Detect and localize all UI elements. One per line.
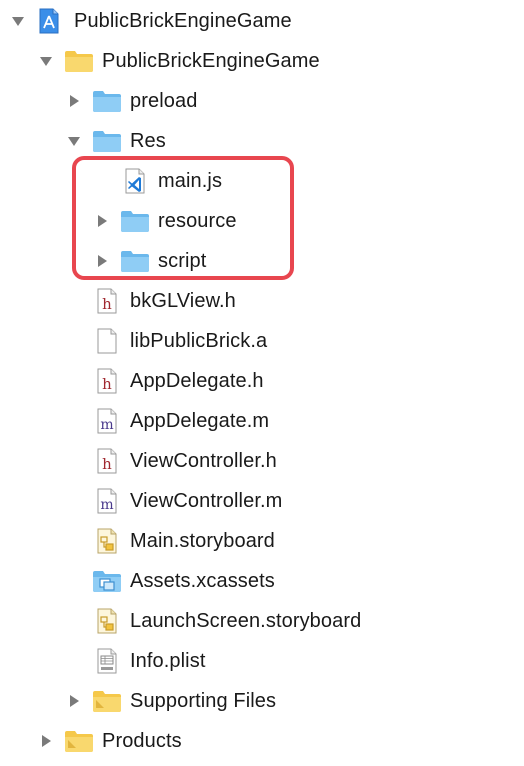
- project-navigator: PublicBrickEngineGame PublicBrickEngineG…: [0, 0, 524, 766]
- objc-source-file-icon: m: [94, 488, 120, 514]
- tree-item-supporting-files[interactable]: Supporting Files: [0, 680, 524, 720]
- tree-item-label: Main.storyboard: [130, 530, 275, 552]
- tree-item-project[interactable]: PublicBrickEngineGame: [0, 0, 524, 40]
- tree-item-appdelegate-m[interactable]: m AppDelegate.m: [0, 400, 524, 440]
- tree-item-main-storyboard[interactable]: Main.storyboard: [0, 520, 524, 560]
- svg-text:m: m: [100, 497, 113, 513]
- tree-item-label: Products: [102, 730, 182, 752]
- blank-file-icon: [94, 328, 120, 354]
- header-file-icon: h: [94, 288, 120, 314]
- tree-item-label: preload: [130, 90, 198, 112]
- tree-item-res[interactable]: Res: [0, 120, 524, 160]
- tree-item-label: ViewController.m: [130, 490, 283, 512]
- yellow-folder-icon: [64, 48, 93, 74]
- xcode-project-icon: [36, 8, 62, 34]
- tree-item-label: PublicBrickEngineGame: [74, 10, 292, 32]
- tree-item-libpublicbrick-a[interactable]: libPublicBrick.a: [0, 320, 524, 360]
- tree-item-label: AppDelegate.m: [130, 410, 270, 432]
- tree-item-label: LaunchScreen.storyboard: [130, 610, 362, 632]
- tree-item-label: bkGLView.h: [130, 290, 236, 312]
- tree-item-label: libPublicBrick.a: [130, 330, 268, 352]
- disclosure-expanded-icon[interactable]: [38, 53, 54, 69]
- tree-item-info-plist[interactable]: Info.plist: [0, 640, 524, 680]
- tree-item-viewcontroller-h[interactable]: h ViewController.h: [0, 440, 524, 480]
- disclosure-collapsed-icon[interactable]: [38, 733, 54, 749]
- svg-text:m: m: [100, 417, 113, 433]
- disclosure-collapsed-icon[interactable]: [94, 213, 110, 229]
- header-file-icon: h: [94, 368, 120, 394]
- blue-folder-icon: [120, 208, 149, 234]
- tree-item-label: Info.plist: [130, 650, 206, 672]
- tree-item-label: AppDelegate.h: [130, 370, 264, 392]
- disclosure-expanded-icon[interactable]: [10, 13, 26, 29]
- tree-item-label: Res: [130, 130, 166, 152]
- objc-source-file-icon: m: [94, 408, 120, 434]
- tree-item-label: resource: [158, 210, 237, 232]
- tree-item-label: main.js: [158, 170, 223, 192]
- disclosure-collapsed-icon[interactable]: [94, 253, 110, 269]
- svg-text:h: h: [102, 375, 112, 393]
- tree-item-assets-xcassets[interactable]: Assets.xcassets: [0, 560, 524, 600]
- yellow-group-folder-icon: [92, 688, 121, 714]
- tree-item-bkglview-h[interactable]: h bkGLView.h: [0, 280, 524, 320]
- plist-file-icon: [94, 648, 120, 674]
- blue-folder-icon: [92, 128, 121, 154]
- svg-text:h: h: [102, 295, 112, 313]
- tree-item-viewcontroller-m[interactable]: m ViewController.m: [0, 480, 524, 520]
- tree-item-resource[interactable]: resource: [0, 200, 524, 240]
- storyboard-file-icon: [94, 608, 120, 634]
- tree-item-main-js[interactable]: main.js: [0, 160, 524, 200]
- tree-item-label: Supporting Files: [130, 690, 277, 712]
- storyboard-file-icon: [94, 528, 120, 554]
- disclosure-expanded-icon[interactable]: [66, 133, 82, 149]
- svg-text:h: h: [102, 455, 112, 473]
- header-file-icon: h: [94, 448, 120, 474]
- vscode-js-file-icon: [122, 168, 148, 194]
- tree-item-preload[interactable]: preload: [0, 80, 524, 120]
- disclosure-collapsed-icon[interactable]: [66, 93, 82, 109]
- tree-item-label: PublicBrickEngineGame: [102, 50, 320, 72]
- disclosure-collapsed-icon[interactable]: [66, 693, 82, 709]
- tree-item-label: ViewController.h: [130, 450, 277, 472]
- tree-item-appdelegate-h[interactable]: h AppDelegate.h: [0, 360, 524, 400]
- tree-item-products[interactable]: Products: [0, 720, 524, 760]
- tree-item-script[interactable]: script: [0, 240, 524, 280]
- tree-item-app-group[interactable]: PublicBrickEngineGame: [0, 40, 524, 80]
- asset-catalog-icon: [92, 568, 121, 594]
- tree-item-launchscreen-storyboard[interactable]: LaunchScreen.storyboard: [0, 600, 524, 640]
- blue-folder-icon: [120, 248, 149, 274]
- tree-item-label: Assets.xcassets: [130, 570, 275, 592]
- yellow-group-folder-icon: [64, 728, 93, 754]
- tree-item-label: script: [158, 250, 207, 272]
- blue-folder-icon: [92, 88, 121, 114]
